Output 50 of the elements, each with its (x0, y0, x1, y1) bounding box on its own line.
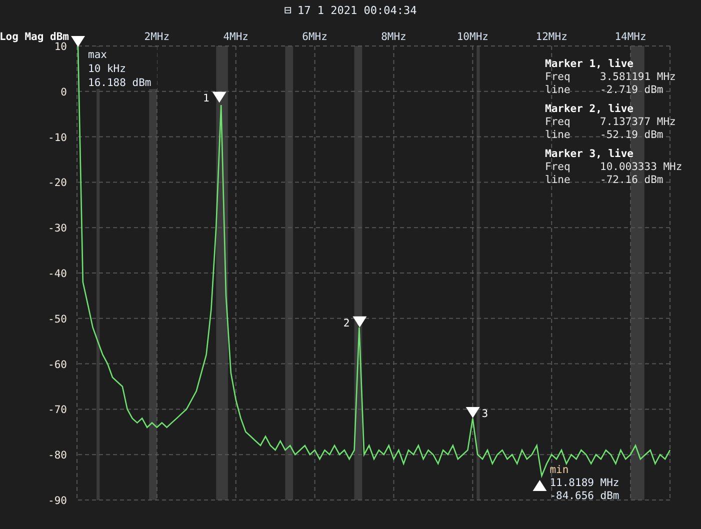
y-axis-label: -50 (48, 313, 67, 326)
readout-value: -72.16 dBm (600, 174, 664, 186)
marker-number: 3 (482, 408, 488, 420)
x-axis-label: 2MHz (144, 31, 170, 43)
readout-value: -52.19 dBm (600, 129, 664, 141)
readout-label: line (545, 174, 570, 186)
y-axis-label: -30 (48, 222, 67, 235)
x-axis-label: 14MHz (614, 31, 646, 43)
y-axis-label: -80 (48, 450, 67, 462)
readout-value: 7.137377 MHz (600, 116, 676, 128)
x-axis-label: 10MHz (456, 31, 488, 43)
min-label: -84.656 dBm (550, 490, 620, 502)
readout-value: 10.003333 MHz (600, 161, 682, 173)
x-axis-label: 12MHz (536, 31, 568, 43)
min-marker-icon (532, 480, 547, 491)
max-marker-icon (71, 36, 85, 47)
axis-title: Log Mag dBm (0, 31, 69, 43)
marker-icon[interactable] (352, 316, 367, 328)
y-axis-label: -90 (48, 495, 67, 507)
readout-label: line (545, 84, 570, 96)
x-axis-label: 4MHz (223, 31, 249, 43)
y-axis-label: -60 (48, 358, 67, 371)
y-axis-label: -20 (48, 177, 67, 190)
marker-icon[interactable] (212, 92, 226, 103)
readout-value: 3.581191 MHz (600, 71, 676, 83)
y-axis-label: 0 (60, 86, 67, 98)
marker-title: Marker 1, live (545, 58, 634, 70)
x-axis-label: 6MHz (302, 31, 328, 43)
marker-number: 2 (343, 317, 350, 330)
y-axis-label: -40 (48, 268, 67, 280)
max-label: 10 kHz (88, 63, 126, 75)
marker-title: Marker 2, live (545, 103, 634, 115)
collapse-icon[interactable]: ⊟ (284, 4, 292, 16)
readout-label: Freq (545, 116, 570, 128)
marker-number: 1 (203, 92, 210, 105)
timestamp: 17 1 2021 00:04:34 (298, 4, 417, 16)
max-label: max (88, 49, 107, 61)
y-axis-label: 10 (54, 41, 67, 53)
readout-label: Freq (545, 161, 570, 173)
max-label: 16.188 dBm (88, 77, 152, 89)
y-axis-label: -70 (48, 404, 67, 416)
readout-label: line (545, 129, 570, 141)
marker-icon[interactable] (466, 407, 480, 418)
marker-title: Marker 3, live (545, 148, 634, 160)
min-label: 11.8189 MHz (550, 477, 620, 489)
min-label: min (550, 464, 569, 476)
readout-label: Freq (545, 71, 570, 83)
x-axis-label: 8MHz (381, 31, 406, 43)
y-axis-label: -10 (48, 132, 67, 144)
readout-value: -2.719 dBm (600, 84, 664, 96)
